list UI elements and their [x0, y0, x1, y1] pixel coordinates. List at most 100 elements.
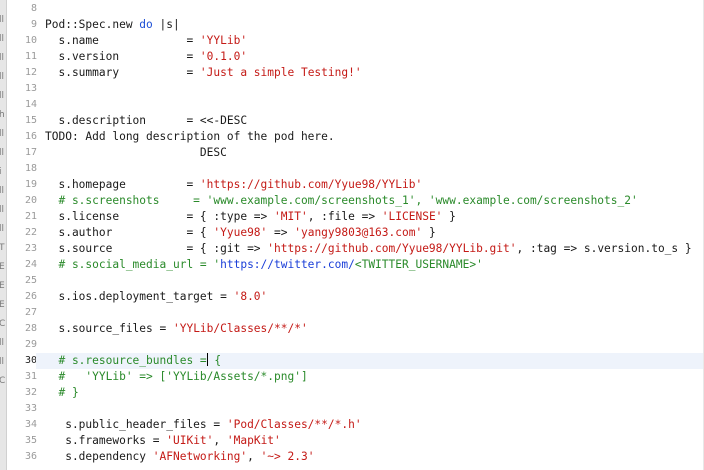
- navigator-clipped-text: ll: [0, 53, 5, 63]
- code-line[interactable]: Pod::Spec.new do |s|: [45, 17, 704, 33]
- code-token-string: 'https://github.com/Yyue98/YYLib': [199, 178, 423, 191]
- line-number: 31: [24, 371, 37, 382]
- line-number: 22: [24, 227, 37, 238]
- code-line[interactable]: [45, 305, 704, 321]
- code-line[interactable]: DESC: [45, 145, 704, 161]
- code-line[interactable]: [45, 81, 704, 97]
- code-token-string: 'UIKit': [166, 434, 214, 447]
- line-number: 10: [24, 35, 37, 46]
- code-token-string: 'YYLib/Classes/**/*': [172, 322, 308, 335]
- line-number: 12: [24, 67, 37, 78]
- code-token-plain: s.frameworks =: [45, 434, 167, 447]
- code-token-comment: # s.social_media_url = ': [45, 258, 221, 271]
- code-line[interactable]: [45, 97, 704, 113]
- code-line[interactable]: s.public_header_files = 'Pod/Classes/**/…: [45, 417, 704, 433]
- code-token-string: 'MIT': [274, 210, 308, 223]
- line-number: 24: [24, 259, 37, 270]
- navigator-clipped-text: C: [0, 376, 6, 386]
- line-number: 8: [30, 3, 37, 14]
- line-number: 23: [24, 243, 37, 254]
- code-line[interactable]: s.homepage = 'https://github.com/Yyue98/…: [45, 177, 704, 193]
- code-token-string: '8.0': [233, 290, 268, 303]
- line-number: 27: [24, 307, 37, 318]
- code-token-string: 'https://github.com/Yyue98/YYLib.git': [267, 242, 517, 255]
- line-number: 26: [24, 291, 37, 302]
- code-token-plain: s.source_files =: [45, 322, 173, 335]
- code-token-plain: Pod::Spec.new: [45, 18, 140, 31]
- code-token-comment: # 'YYLib' => ['YYLib/Assets/*.png']: [45, 370, 308, 383]
- code-token-plain: s.description = <<-DESC: [45, 114, 248, 127]
- line-number: 28: [24, 323, 37, 334]
- navigator-clipped-text: i: [0, 167, 2, 177]
- code-token-plain: , :file =>: [307, 210, 382, 223]
- line-number: 18: [24, 163, 37, 174]
- code-line[interactable]: [45, 161, 704, 177]
- code-token-plain: s.license = { :type =>: [45, 210, 275, 223]
- navigator-clipped-text: ll: [0, 224, 5, 234]
- line-number: 20: [24, 195, 37, 206]
- code-token-string: 'yangy9803@163.com': [294, 226, 423, 239]
- code-token-plain: TODO: Add long description of the pod he…: [45, 130, 335, 143]
- code-line[interactable]: s.frameworks = 'UIKit', 'MapKit': [45, 433, 704, 449]
- line-number: 21: [24, 211, 37, 222]
- line-number: 11: [24, 51, 37, 62]
- line-number: 30: [24, 355, 37, 366]
- navigator-clipped-text: ll: [0, 357, 5, 367]
- line-number: 13: [24, 83, 37, 94]
- navigator-clipped-text: h: [0, 110, 5, 120]
- code-token-plain: ,: [213, 434, 227, 447]
- code-token-comment: # s.screenshots = 'www.example.com/scree…: [45, 194, 638, 207]
- code-line[interactable]: [45, 1, 704, 17]
- current-code-line[interactable]: # s.resource_bundles = {: [36, 353, 704, 369]
- code-token-string: '0.1.0': [199, 50, 248, 63]
- code-token-string: 'Just a simple Testing!': [199, 66, 362, 79]
- code-line[interactable]: TODO: Add long description of the pod he…: [45, 129, 704, 145]
- code-token-link: https://twitter.com/: [220, 258, 355, 271]
- code-area[interactable]: Pod::Spec.new do |s| s.name = 'YYLib' s.…: [36, 0, 704, 470]
- code-line[interactable]: s.author = { 'Yyue98' => 'yangy9803@163.…: [45, 225, 704, 241]
- code-token-string: 'Pod/Classes/**/*.h': [226, 418, 362, 431]
- line-number: 36: [24, 451, 37, 462]
- navigator-clipped-text: C: [0, 319, 6, 329]
- code-line[interactable]: # 'YYLib' => ['YYLib/Assets/*.png']: [45, 369, 704, 385]
- line-number: 25: [24, 275, 37, 286]
- code-line[interactable]: s.summary = 'Just a simple Testing!': [45, 65, 704, 81]
- code-editor[interactable]: ll ll ll ll ll h ll ll i ll ll ll T E E E Cll ll C 8 9 10 11 1…: [0, 0, 704, 470]
- line-number: 29: [24, 339, 37, 350]
- code-token-plain: s.author = {: [45, 226, 214, 239]
- code-line[interactable]: s.version = '0.1.0': [45, 49, 704, 65]
- navigator-clipped-text: ll: [0, 15, 5, 25]
- code-token-string: '~> 2.3': [260, 450, 315, 463]
- code-line[interactable]: s.source_files = 'YYLib/Classes/**/*': [45, 321, 704, 337]
- code-token-plain: s.source = { :git =>: [45, 242, 268, 255]
- code-token-plain: s.summary =: [45, 66, 200, 79]
- line-number: 19: [24, 179, 37, 190]
- code-token-comment: # s.resource_bundles =: [45, 354, 207, 367]
- code-line[interactable]: [45, 273, 704, 289]
- line-number: 16: [24, 131, 37, 142]
- code-line[interactable]: # }: [45, 385, 704, 401]
- code-line[interactable]: [45, 401, 704, 417]
- code-line[interactable]: s.dependency 'AFNetworking', '~> 2.3': [45, 449, 704, 465]
- navigator-clipped-text: ll: [0, 91, 5, 101]
- code-token-plain: DESC: [45, 146, 227, 159]
- code-line[interactable]: [45, 337, 704, 353]
- line-number: 14: [24, 99, 37, 110]
- code-line[interactable]: s.ios.deployment_target = '8.0': [45, 289, 704, 305]
- navigator-clipped-text: E: [0, 262, 5, 272]
- line-number: 15: [24, 115, 37, 126]
- navigator-clipped-text: ll: [0, 205, 5, 215]
- code-line[interactable]: # s.screenshots = 'www.example.com/scree…: [45, 193, 704, 209]
- code-token-plain: =>: [267, 226, 295, 239]
- code-line[interactable]: s.source = { :git => 'https://github.com…: [45, 241, 704, 257]
- code-line[interactable]: s.name = 'YYLib': [45, 33, 704, 49]
- code-line[interactable]: s.description = <<-DESC: [45, 113, 704, 129]
- code-line[interactable]: # s.social_media_url = 'https://twitter.…: [45, 257, 704, 273]
- code-token-string: 'LICENSE': [381, 210, 443, 223]
- code-token-plain: }: [442, 210, 456, 223]
- code-token-plain: s.dependency: [45, 450, 153, 463]
- code-token-plain: }: [422, 226, 436, 239]
- code-line[interactable]: s.license = { :type => 'MIT', :file => '…: [45, 209, 704, 225]
- navigator-clipped-text: ll: [0, 72, 5, 82]
- navigator-clipped-text: ll: [0, 148, 5, 158]
